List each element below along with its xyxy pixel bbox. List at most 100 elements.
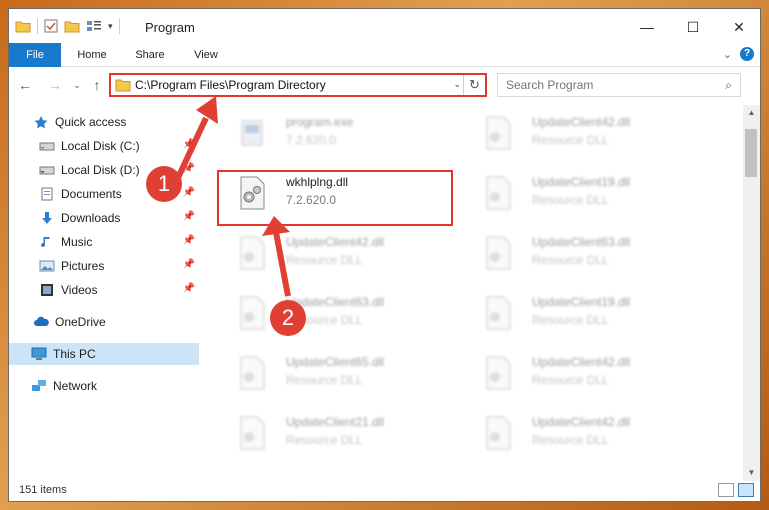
file-item[interactable]: program.exe 7.2.620.0 — [228, 111, 458, 155]
navigation-pane: Quick access Local Disk (C:) 📌 Local Dis… — [9, 109, 204, 481]
callout-1: 1 — [146, 166, 182, 202]
tab-file[interactable]: File — [9, 43, 61, 67]
close-button[interactable]: ✕ — [716, 9, 762, 45]
sidebar-item-quick-access[interactable]: Quick access — [9, 111, 199, 133]
callout-2: 2 — [270, 300, 306, 336]
dll-file-icon — [486, 116, 511, 150]
sidebar-item-pictures[interactable]: Pictures 📌 — [9, 255, 199, 277]
sidebar-item-label: Pictures — [61, 259, 105, 273]
file-item[interactable]: UpdateClient21.dll Resource DLL — [228, 411, 458, 455]
scroll-up-icon[interactable]: ▲ — [743, 105, 760, 121]
qat-dropdown-icon[interactable]: ▾ — [108, 21, 113, 32]
file-detail: Resource DLL — [286, 433, 363, 447]
sidebar-item-label: OneDrive — [55, 315, 106, 329]
close-icon: ✕ — [733, 18, 745, 35]
cloud-icon — [34, 316, 49, 326]
computer-icon — [31, 347, 47, 360]
sidebar-item-downloads[interactable]: Downloads 📌 — [9, 207, 199, 229]
refresh-button[interactable]: ↻ — [463, 75, 485, 95]
pin-icon[interactable]: 📌 — [183, 139, 195, 150]
folder-icon[interactable] — [15, 19, 31, 33]
tab-home[interactable]: Home — [69, 43, 115, 67]
back-button[interactable]: ← — [15, 75, 35, 95]
details-view-icon[interactable] — [718, 483, 734, 497]
file-item[interactable]: UpdateClient42.dll Resource DLL — [474, 411, 704, 455]
view-toggle — [718, 483, 754, 497]
pin-icon[interactable]: 📌 — [183, 283, 195, 294]
tiles-view-icon[interactable] — [738, 483, 754, 497]
chevron-down-icon[interactable]: ⌄ — [723, 48, 732, 61]
properties-icon[interactable] — [44, 19, 58, 33]
forward-button[interactable]: → — [45, 75, 65, 95]
file-name: UpdateClient63.dll — [532, 235, 631, 249]
dll-file-icon — [240, 236, 265, 270]
search-box[interactable]: ⌕ — [497, 73, 741, 97]
file-item[interactable]: UpdateClient19.dll Resource DLL — [474, 171, 704, 215]
file-list: program.exe 7.2.620.0 wkhlplng.dll 7.2.6… — [214, 109, 736, 481]
up-button[interactable]: ↑ — [87, 75, 107, 95]
sidebar-item-music[interactable]: Music 📌 — [9, 231, 199, 253]
item-count: 151 items — [19, 484, 67, 496]
recent-locations-button[interactable]: ⌄ — [67, 75, 87, 95]
star-icon — [34, 116, 48, 129]
sidebar-item-label: This PC — [53, 347, 96, 361]
pin-icon[interactable]: 📌 — [183, 259, 195, 270]
title-bar: ▾ Program — ☐ ✕ — [9, 9, 760, 45]
search-icon[interactable]: ⌕ — [725, 78, 732, 93]
file-detail: Resource DLL — [532, 253, 609, 267]
file-item[interactable]: UpdateClient42.dll Resource DLL — [228, 231, 458, 275]
file-name: UpdateClient65.dll — [286, 355, 385, 369]
file-item[interactable]: UpdateClient65.dll Resource DLL — [228, 351, 458, 395]
file-name: UpdateClient42.dll — [532, 355, 631, 369]
sidebar-item-label: Downloads — [61, 211, 121, 225]
status-bar: 151 items — [9, 479, 760, 501]
pin-icon[interactable]: 📌 — [183, 211, 195, 222]
file-item[interactable]: UpdateClient63.dll Resource DLL — [228, 291, 458, 335]
documents-icon — [41, 187, 53, 201]
sidebar-item-label: Music — [61, 235, 93, 249]
file-item[interactable]: UpdateClient63.dll Resource DLL — [474, 231, 704, 275]
videos-icon — [41, 284, 53, 296]
dll-file-icon — [486, 176, 511, 210]
dll-file-icon — [240, 296, 265, 330]
window-title: Program — [145, 20, 195, 35]
help-icon[interactable]: ? — [740, 47, 754, 61]
navigation-bar: ← → ⌄ ↑ C:\Program Files\Program Directo… — [9, 71, 760, 99]
file-item[interactable]: UpdateClient19.dll Resource DLL — [474, 291, 704, 335]
minimize-icon: — — [640, 19, 654, 35]
maximize-icon: ☐ — [686, 18, 700, 35]
view-options-icon[interactable] — [86, 19, 102, 33]
sidebar-item-onedrive[interactable]: OneDrive — [9, 311, 199, 333]
sidebar-item-this-pc[interactable]: This PC — [9, 343, 199, 365]
search-input[interactable] — [506, 78, 706, 92]
minimize-button[interactable]: — — [624, 9, 670, 45]
sidebar-item-videos[interactable]: Videos 📌 — [9, 279, 199, 301]
file-detail: Resource DLL — [532, 193, 609, 207]
scroll-thumb[interactable] — [745, 129, 757, 177]
tab-share[interactable]: Share — [127, 43, 173, 67]
dll-file-icon — [486, 356, 511, 390]
file-item[interactable]: UpdateClient42.dll Resource DLL — [474, 351, 704, 395]
forward-arrow-icon: → — [48, 77, 62, 93]
pictures-icon — [39, 260, 55, 272]
file-highlight-box — [217, 170, 453, 226]
file-name: UpdateClient42.dll — [286, 235, 385, 249]
pin-icon[interactable]: 📌 — [183, 163, 195, 174]
sidebar-item-local-disk-c[interactable]: Local Disk (C:) 📌 — [9, 135, 199, 157]
sidebar-item-label: Network — [53, 379, 98, 393]
new-folder-icon[interactable] — [64, 19, 80, 33]
toolbar-separator — [118, 18, 120, 34]
file-detail: 7.2.620.0 — [286, 133, 337, 147]
pin-icon[interactable]: 📌 — [183, 235, 195, 246]
maximize-button[interactable]: ☐ — [670, 9, 716, 45]
pin-icon[interactable]: 📌 — [183, 187, 195, 198]
address-path[interactable]: C:\Program Files\Program Directory — [135, 78, 326, 92]
refresh-icon: ↻ — [469, 77, 480, 92]
vertical-scrollbar[interactable]: ▲ ▼ — [743, 105, 760, 481]
file-item[interactable]: UpdateClient42.dll Resource DLL — [474, 111, 704, 155]
file-name: UpdateClient42.dll — [532, 415, 631, 429]
address-bar[interactable]: C:\Program Files\Program Directory ⌄ ↻ — [109, 73, 487, 97]
tab-view[interactable]: View — [183, 43, 229, 67]
sidebar-item-network[interactable]: Network — [9, 375, 199, 397]
address-dropdown-icon[interactable]: ⌄ — [453, 79, 461, 90]
